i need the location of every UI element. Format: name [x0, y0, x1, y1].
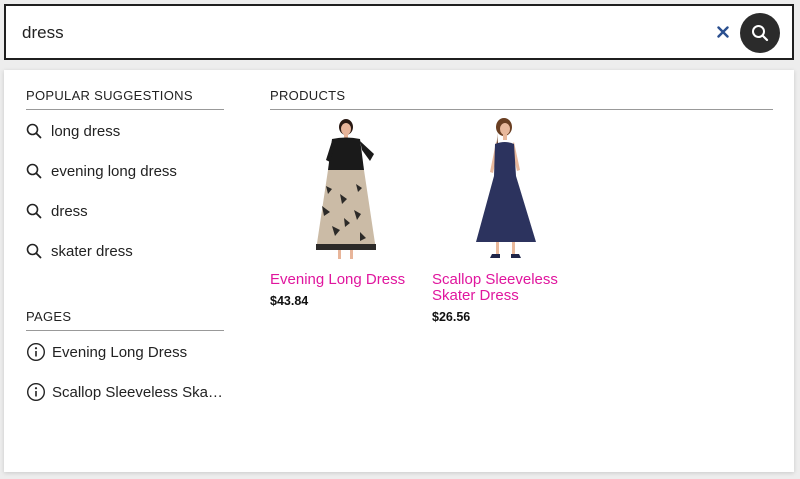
suggestion-item[interactable]: skater dress [26, 240, 133, 262]
product-card[interactable]: Evening Long Dress $43.84 [270, 114, 420, 308]
search-icon [26, 243, 42, 259]
popular-suggestions-title: POPULAR SUGGESTIONS [26, 88, 224, 110]
search-icon [26, 163, 42, 179]
info-icon [26, 382, 46, 402]
search-dropdown: POPULAR SUGGESTIONS long dress evening l… [4, 70, 794, 472]
page-item-label: Evening Long Dress [52, 343, 188, 361]
product-card[interactable]: Scallop Sleeveless Skater Dress $26.56 [432, 114, 582, 324]
product-image [270, 114, 420, 264]
page-item[interactable]: Scallop Sleeveless Skater Dress [26, 381, 226, 403]
search-bar [4, 4, 794, 60]
close-icon [717, 26, 729, 38]
suggestion-label: evening long dress [51, 162, 177, 180]
product-name[interactable]: Evening Long Dress [270, 272, 420, 288]
page-item[interactable]: Evening Long Dress [26, 341, 226, 363]
products-title: PRODUCTS [270, 88, 773, 110]
info-icon [26, 342, 46, 362]
search-icon [26, 203, 42, 219]
search-icon [26, 123, 42, 139]
search-button[interactable] [740, 13, 780, 53]
search-input[interactable] [20, 6, 684, 60]
suggestion-item[interactable]: evening long dress [26, 160, 177, 182]
clear-search-button[interactable] [711, 20, 735, 44]
suggestion-item[interactable]: dress [26, 200, 88, 222]
pages-title: PAGES [26, 309, 224, 331]
dress-image [316, 119, 376, 259]
product-name[interactable]: Scallop Sleeveless Skater Dress [432, 272, 582, 304]
search-icon [752, 25, 769, 42]
page-item-label: Scallop Sleeveless Skater Dress [52, 383, 226, 401]
product-price: $43.84 [270, 294, 309, 308]
suggestion-label: long dress [51, 122, 121, 140]
suggestion-item[interactable]: long dress [26, 120, 120, 142]
suggestion-label: skater dress [51, 242, 133, 260]
dress-image [476, 118, 536, 258]
suggestion-label: dress [51, 202, 88, 220]
product-price: $26.56 [432, 310, 471, 324]
product-image [432, 114, 582, 264]
